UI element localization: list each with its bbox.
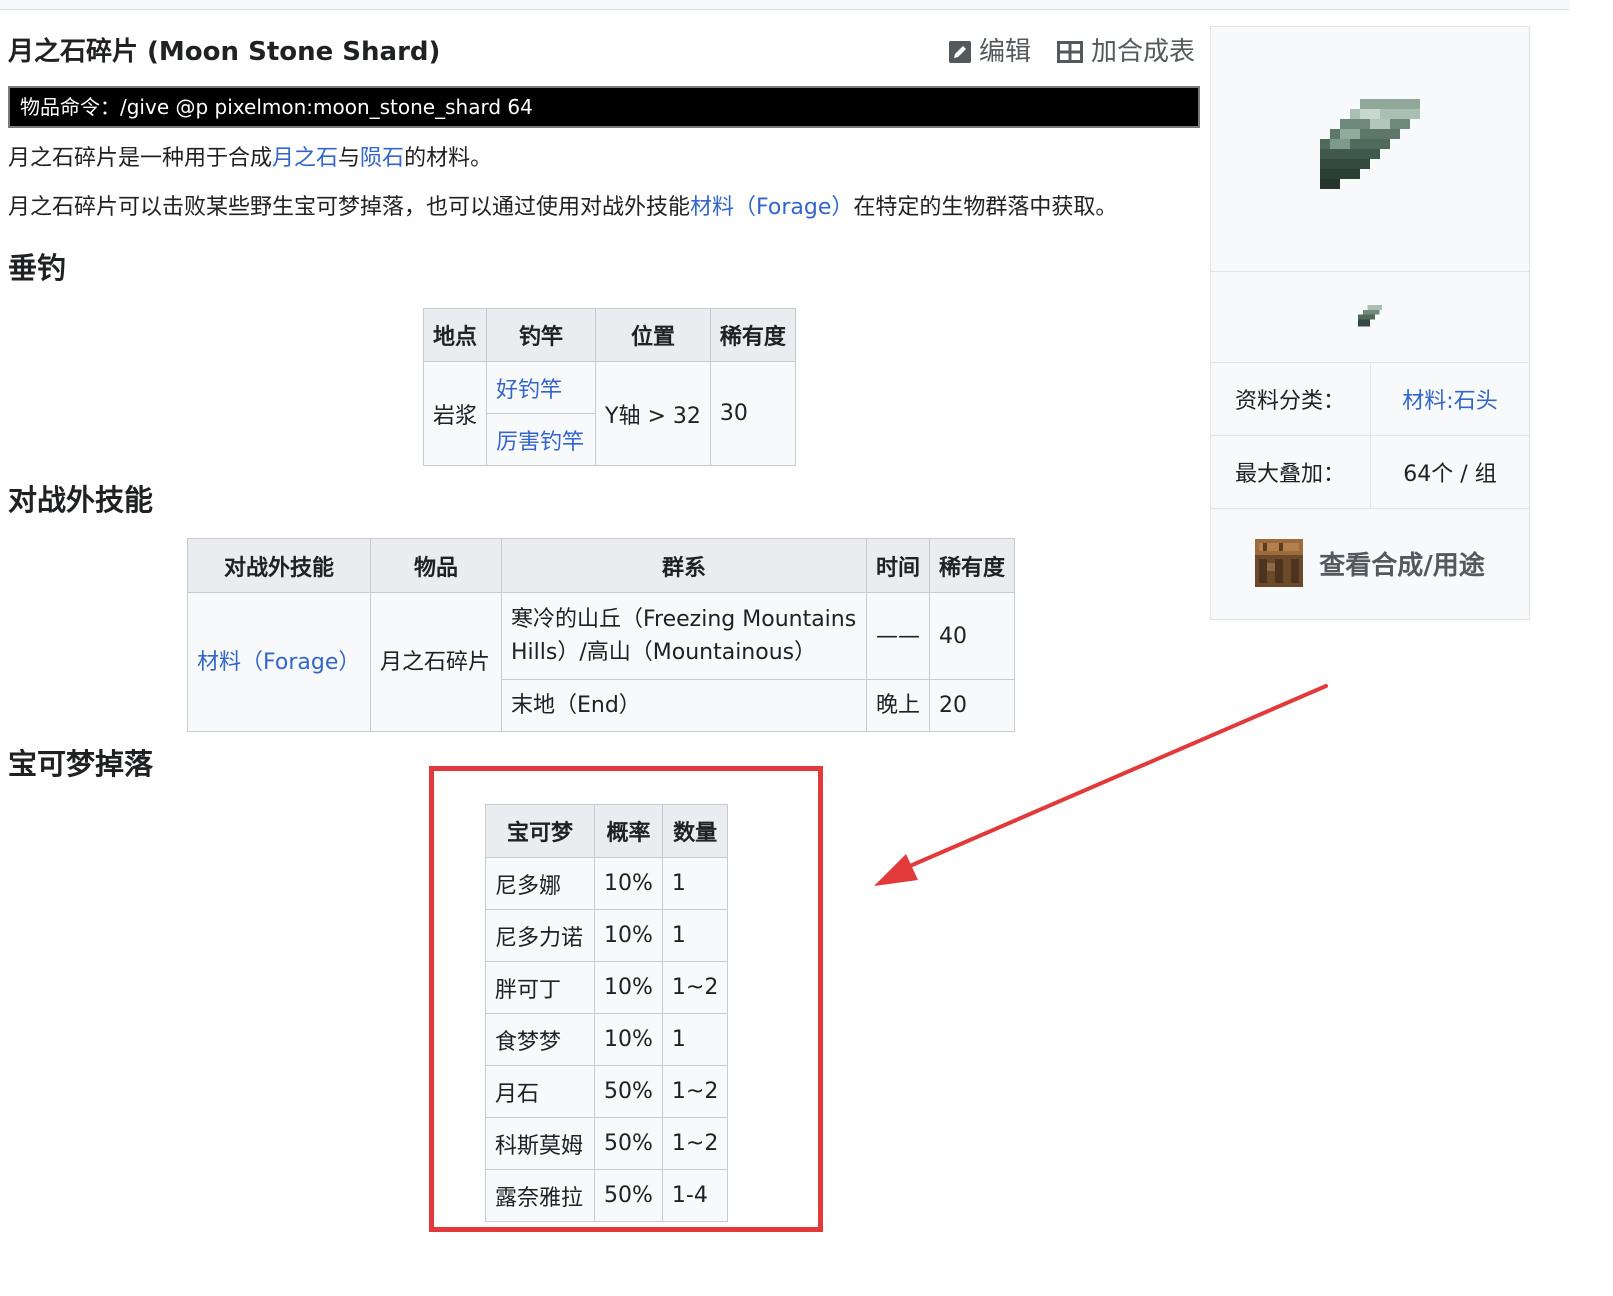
moon-stone-link[interactable]: 月之石 bbox=[272, 146, 338, 171]
page-title: 月之石碎片 (Moon Stone Shard) bbox=[8, 37, 441, 67]
intro-text: 在特定的生物群落中获取。 bbox=[853, 195, 1118, 220]
column-header: 位置 bbox=[595, 308, 711, 362]
biome-line: Hills）/高山（Mountainous） bbox=[511, 640, 817, 665]
item-sprite bbox=[1211, 272, 1529, 363]
category-value: 材料:石头 bbox=[1371, 363, 1529, 435]
location-cell: 岩浆 bbox=[422, 361, 488, 466]
forage-skill-link[interactable]: 材料（Forage） bbox=[197, 650, 360, 675]
max-stack-row: 最大叠加： 64个 / 组 bbox=[1211, 436, 1529, 509]
column-header: 稀有度 bbox=[929, 538, 1016, 593]
crafting-table-label: 加合成表 bbox=[1090, 37, 1195, 67]
moon-stone-shard-icon bbox=[1320, 99, 1420, 189]
item-cell: 月之石碎片 bbox=[370, 592, 502, 732]
max-stack-value: 64个 / 组 bbox=[1403, 462, 1497, 487]
biome-cell: 寒冷的山丘（Freezing Mountains Hills）/高山（Mounta… bbox=[501, 592, 867, 680]
forage-link[interactable]: 材料（Forage） bbox=[690, 195, 853, 220]
intro-paragraph-1: 月之石碎片是一种用于合成月之石与陨石的材料。 bbox=[8, 142, 492, 176]
column-header: 群系 bbox=[501, 538, 867, 593]
column-header: 地点 bbox=[422, 308, 488, 362]
crafting-table-icon bbox=[1255, 539, 1304, 587]
edit-button[interactable]: 编辑 bbox=[948, 34, 1031, 70]
intro-text: 月之石碎片可以击败某些野生宝可梦掉落，也可以通过使用对战外技能 bbox=[8, 195, 691, 220]
column-header: 时间 bbox=[865, 538, 931, 593]
item-infobox: 资料分类： 材料:石头 最大叠加： 64个 / 组 查看合成/用途 bbox=[1210, 26, 1530, 620]
drops-heading: 宝可梦掉落 bbox=[8, 747, 154, 781]
biome-cell: 末地（End） bbox=[501, 679, 867, 732]
biome-line: 寒冷的山丘（Freezing Mountains bbox=[511, 607, 857, 632]
rarity-cell: 20 bbox=[929, 679, 1016, 732]
view-crafting-usage-button[interactable]: 查看合成/用途 bbox=[1211, 509, 1529, 617]
table-header-row: 地点 钓竿 位置 稀有度 bbox=[422, 308, 796, 362]
rod-cell: 好钓竿 bbox=[486, 361, 597, 414]
item-command-bar: 物品命令：/give @p pixelmon:moon_stone_shard … bbox=[8, 86, 1200, 128]
time-cell: 晚上 bbox=[865, 679, 931, 732]
table-row: 岩浆 好钓竿 Y轴 > 32 30 bbox=[422, 361, 796, 466]
super-rod-link[interactable]: 厉害钓竿 bbox=[496, 430, 584, 455]
skill-cell: 材料（Forage） bbox=[187, 592, 371, 732]
category-link[interactable]: 材料:石头 bbox=[1402, 383, 1497, 415]
table-icon bbox=[1056, 41, 1083, 63]
item-image bbox=[1211, 27, 1529, 272]
forage-heading: 对战外技能 bbox=[8, 483, 154, 517]
fishing-table: 地点 钓竿 位置 稀有度 岩浆 好钓竿 Y轴 > 32 30 厉害钓竿 bbox=[422, 308, 796, 466]
column-header: 稀有度 bbox=[709, 308, 796, 362]
forage-table: 对战外技能 物品 群系 时间 稀有度 材料（Forage） 月之石碎片 寒冷的山… bbox=[187, 538, 1016, 732]
intro-text: 月之石碎片是一种用于合成 bbox=[8, 146, 273, 171]
category-label: 资料分类： bbox=[1211, 363, 1371, 435]
column-header: 物品 bbox=[370, 538, 502, 593]
good-rod-link[interactable]: 好钓竿 bbox=[496, 378, 562, 403]
rod-cell: 厉害钓竿 bbox=[486, 413, 597, 466]
top-divider bbox=[0, 0, 1570, 10]
table-row: 材料（Forage） 月之石碎片 寒冷的山丘（Freezing Mountain… bbox=[187, 592, 1016, 732]
column-header: 钓竿 bbox=[486, 308, 597, 362]
table-header-row: 对战外技能 物品 群系 时间 稀有度 bbox=[187, 538, 1016, 593]
intro-text: 的材料。 bbox=[404, 146, 493, 171]
edit-label: 编辑 bbox=[978, 37, 1031, 67]
intro-text: 与 bbox=[338, 146, 361, 171]
column-header: 对战外技能 bbox=[187, 538, 371, 593]
max-stack-label: 最大叠加： bbox=[1211, 436, 1371, 508]
highlight-box bbox=[429, 766, 823, 1232]
intro-paragraph-2: 月之石碎片可以击败某些野生宝可梦掉落，也可以通过使用对战外技能材料（Forage… bbox=[8, 191, 1117, 225]
category-row: 资料分类： 材料:石头 bbox=[1211, 363, 1529, 436]
add-crafting-table-button[interactable]: 加合成表 bbox=[1056, 34, 1195, 70]
position-cell: Y轴 > 32 bbox=[595, 361, 711, 466]
time-cell: —— bbox=[865, 592, 931, 680]
view-crafting-label: 查看合成/用途 bbox=[1319, 550, 1485, 581]
rarity-cell: 40 bbox=[929, 592, 1016, 680]
meteorite-link[interactable]: 陨石 bbox=[360, 146, 404, 171]
moon-stone-shard-small-icon bbox=[1358, 305, 1382, 327]
fishing-heading: 垂钓 bbox=[8, 251, 67, 285]
rarity-cell: 30 bbox=[709, 361, 796, 466]
page-actions: 编辑 加合成表 bbox=[948, 34, 1195, 70]
pencil-icon bbox=[948, 41, 971, 63]
